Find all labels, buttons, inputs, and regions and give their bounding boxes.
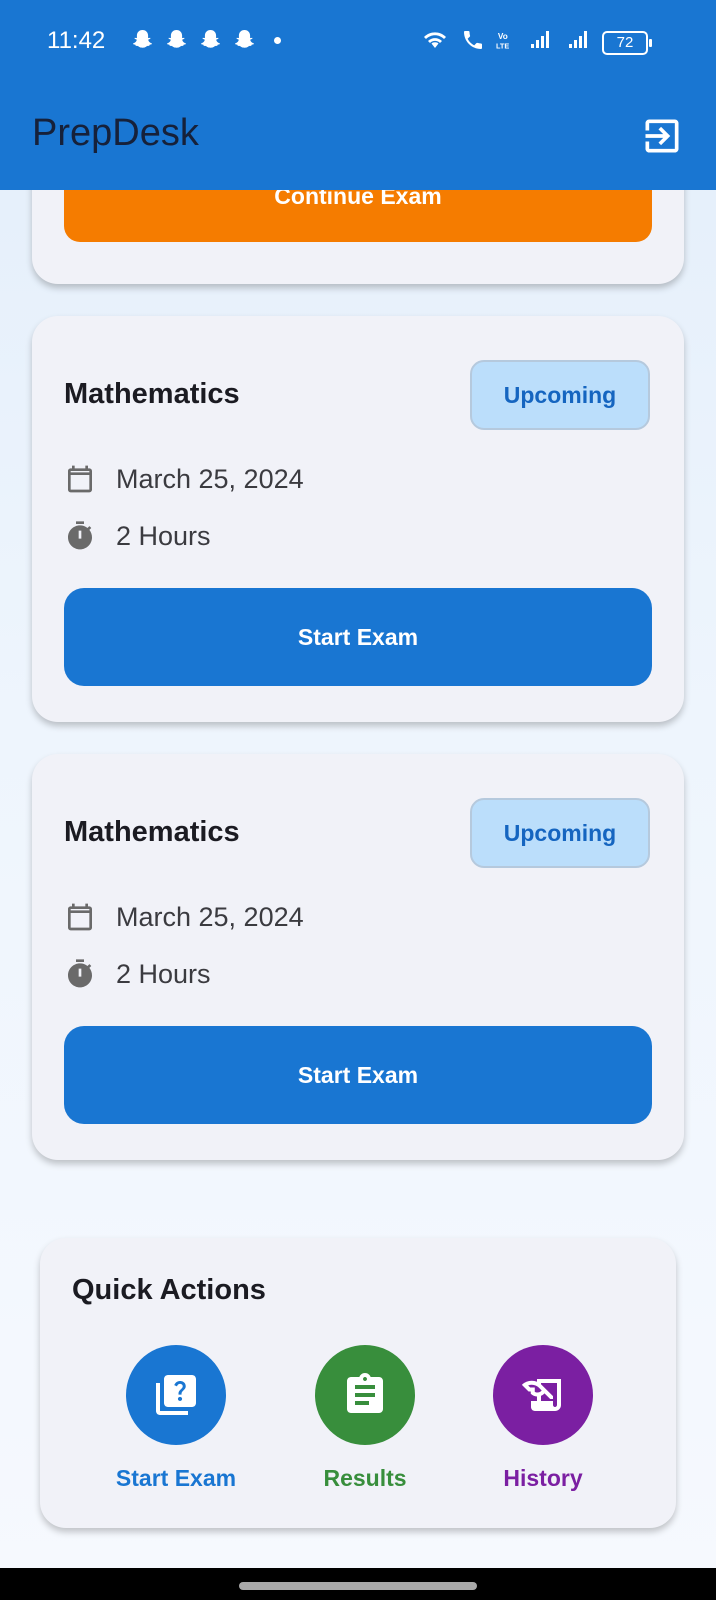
quick-actions-title: Quick Actions <box>72 1274 266 1306</box>
snapchat-icon <box>200 30 221 48</box>
wifi-icon <box>424 32 446 48</box>
exam-date-row: March 25, 2024 <box>64 462 304 496</box>
dot-icon <box>274 36 281 44</box>
svg-text:Vo: Vo <box>498 32 508 41</box>
app-title: PrepDesk <box>32 112 199 154</box>
scroll-content[interactable]: Continue Exam Mathematics Upcoming March… <box>0 0 716 1568</box>
exam-card: Mathematics Upcoming March 25, 2024 2 Ho… <box>32 316 684 722</box>
quick-actions-card: Quick Actions Start Exam Results History <box>40 1238 676 1528</box>
battery-icon: 72 <box>602 31 652 55</box>
volte-icon: VoLTE <box>496 32 509 50</box>
signal-icon <box>531 31 549 48</box>
exam-card: Mathematics Upcoming March 25, 2024 2 Ho… <box>32 754 684 1160</box>
quick-action-results[interactable]: Results <box>285 1345 445 1492</box>
snapchat-icon <box>166 30 187 48</box>
quick-action-label: Start Exam <box>115 1465 237 1491</box>
quiz-icon <box>156 1375 196 1415</box>
system-nav-bar <box>0 1568 716 1600</box>
timer-icon <box>68 959 92 988</box>
exam-date: March 25, 2024 <box>116 901 304 932</box>
quick-action-label: Results <box>323 1465 407 1491</box>
quick-action-circle[interactable] <box>493 1345 593 1445</box>
system-icons: Vo LTE <box>420 28 594 52</box>
snapchat-icon <box>234 30 255 48</box>
signal-icon <box>569 31 587 48</box>
exam-duration-row: 2 Hours <box>64 519 211 553</box>
calendar-icon <box>68 465 92 493</box>
status-bar: 11:42 Vo LTE 72 <box>0 0 716 82</box>
quick-action-label: History <box>503 1465 583 1491</box>
quick-action-circle[interactable] <box>315 1345 415 1445</box>
quick-action-start-exam[interactable]: Start Exam <box>96 1345 256 1492</box>
gesture-handle[interactable] <box>239 1582 477 1590</box>
status-time: 11:42 <box>47 27 106 54</box>
exam-subject: Mathematics <box>64 816 240 848</box>
status-badge: Upcoming <box>470 798 650 868</box>
notification-icons <box>130 28 281 52</box>
exam-date: March 25, 2024 <box>116 463 304 494</box>
exam-date-row: March 25, 2024 <box>64 900 304 934</box>
wifi-calling-icon <box>464 31 482 49</box>
calendar-icon <box>68 903 92 931</box>
exam-duration-row: 2 Hours <box>64 957 211 991</box>
assignment-icon <box>347 1373 383 1413</box>
svg-text:LTE: LTE <box>496 41 509 50</box>
timer-icon <box>68 521 92 550</box>
logout-button[interactable] <box>640 114 690 164</box>
logout-icon <box>645 119 679 153</box>
exam-duration: 2 Hours <box>116 520 211 551</box>
app-bar: PrepDesk <box>0 82 716 190</box>
status-badge: Upcoming <box>470 360 650 430</box>
quick-action-history[interactable]: History <box>463 1345 623 1492</box>
snapchat-icon <box>132 30 153 48</box>
exam-subject: Mathematics <box>64 378 240 410</box>
quick-action-circle[interactable] <box>126 1345 226 1445</box>
history-edu-icon <box>521 1379 561 1411</box>
start-exam-button[interactable]: Start Exam <box>64 1026 652 1124</box>
exam-duration: 2 Hours <box>116 958 211 989</box>
start-exam-button[interactable]: Start Exam <box>64 588 652 686</box>
